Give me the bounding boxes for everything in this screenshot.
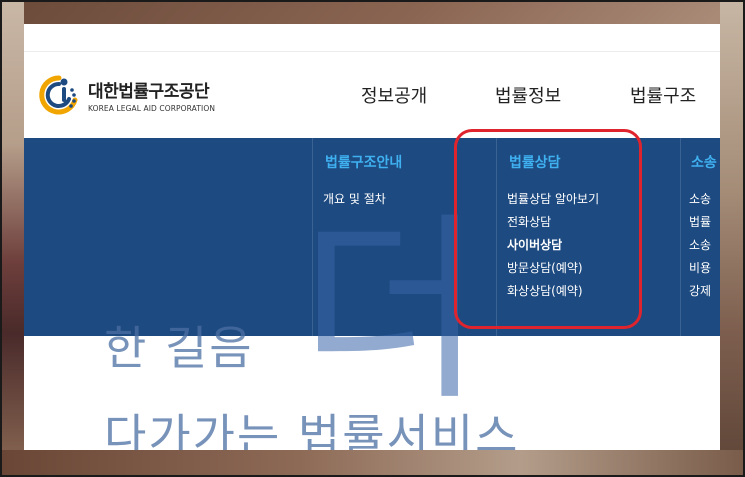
mega-column-title[interactable]: 법률구조안내: [325, 152, 402, 172]
mega-column-legal-consultation: 법률상담 법률상담 알아보기 전화상담 사이버상담 방문상담(예약) 화상상담(…: [496, 138, 680, 336]
logo-name-english: KOREA LEGAL AID CORPORATION: [88, 104, 216, 113]
hero-headline-line1: 한 길음: [104, 321, 254, 375]
mega-column-title[interactable]: 소송: [691, 152, 717, 172]
mega-menu-item[interactable]: 소송: [689, 234, 711, 257]
website-viewport: 대한법률구조공단 KOREA LEGAL AID CORPORATION 정보공…: [24, 24, 720, 450]
gnb-item-legal-aid[interactable]: 법률구조: [630, 82, 696, 108]
mega-menu-item[interactable]: 전화상담: [507, 211, 599, 234]
mega-menu-item[interactable]: 법률: [689, 211, 711, 234]
background-photo-right: [720, 2, 743, 475]
site-header: 대한법률구조공단 KOREA LEGAL AID CORPORATION 정보공…: [24, 52, 720, 138]
mega-menu-item-active[interactable]: 사이버상담: [507, 234, 599, 257]
background-photo-bottom: [2, 450, 743, 475]
mega-column-title[interactable]: 법률상담: [509, 152, 561, 172]
logo-name-korean: 대한법률구조공단: [88, 82, 210, 102]
logo-emblem-icon: [38, 74, 80, 116]
gnb-item-legal-info[interactable]: 법률정보: [495, 82, 561, 108]
hero-headline-line2: 다가가는 법률서비스: [104, 409, 520, 450]
hero-big-character: 더: [299, 195, 484, 428]
mega-menu-item[interactable]: 화상상담(예약): [507, 280, 599, 303]
gnb-item-info-disclosure[interactable]: 정보공개: [361, 82, 427, 108]
mega-menu-item[interactable]: 소송: [689, 188, 711, 211]
mega-column-litigation: 소송 소송 법률 소송 비용 강제: [680, 138, 720, 336]
mega-menu-item[interactable]: 법률상담 알아보기: [507, 188, 599, 211]
site-logo[interactable]: 대한법률구조공단 KOREA LEGAL AID CORPORATION: [38, 70, 238, 120]
top-utility-bar: [24, 24, 720, 52]
mega-menu-item[interactable]: 강제: [689, 280, 711, 303]
background-photo-left: [2, 2, 24, 475]
mega-menu-item[interactable]: 방문상담(예약): [507, 257, 599, 280]
mega-menu-item[interactable]: 비용: [689, 257, 711, 280]
